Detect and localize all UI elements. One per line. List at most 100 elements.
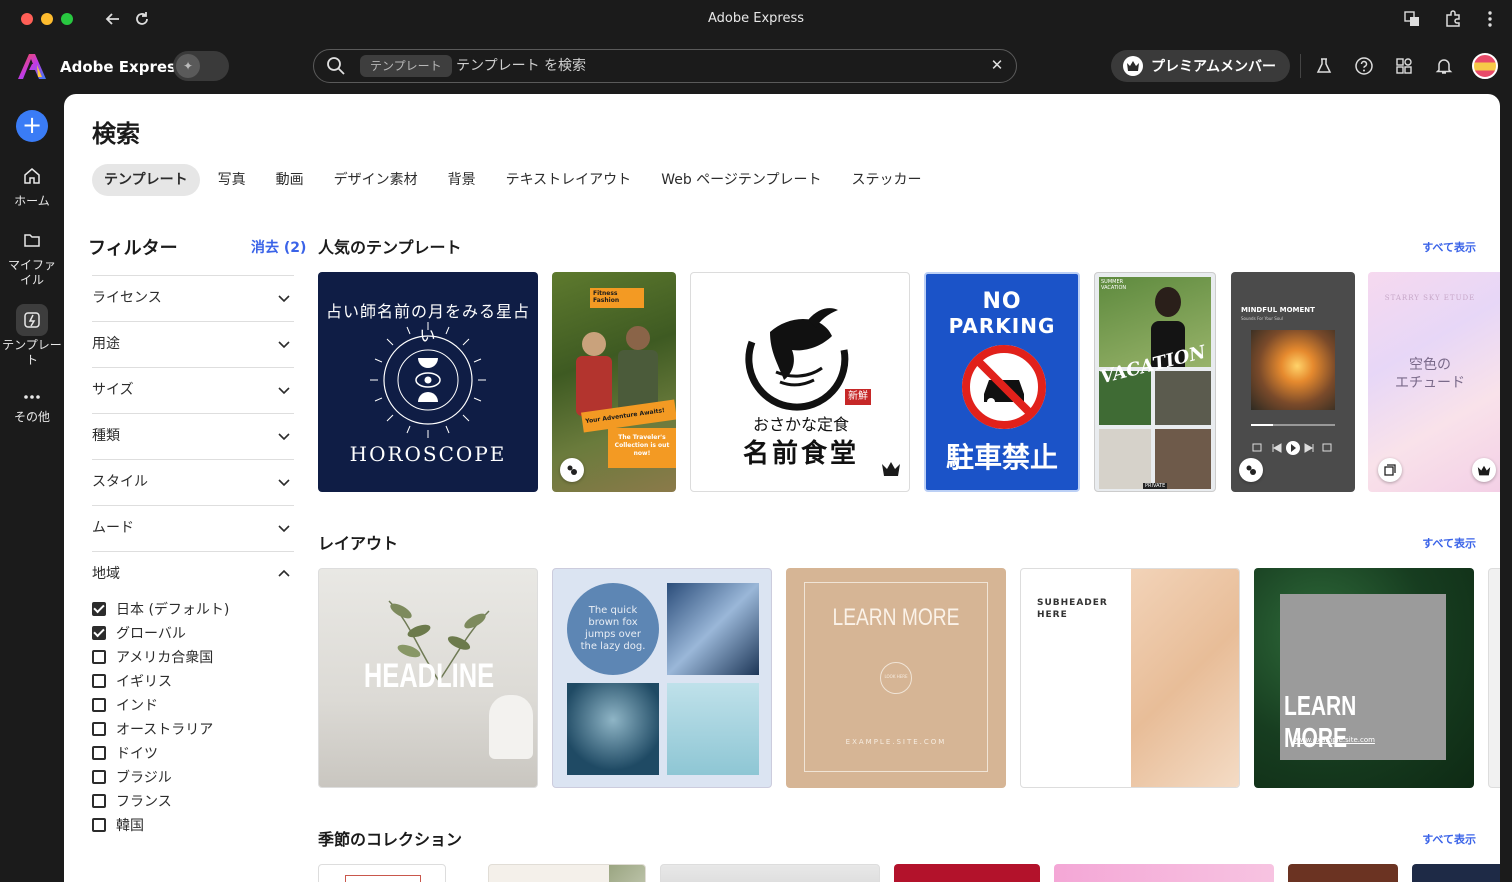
mode-toggle[interactable]: ✦: [173, 51, 229, 81]
tab-photos[interactable]: 写真: [206, 164, 258, 196]
search-bar[interactable]: テンプレート ✕: [313, 49, 1017, 83]
template-card-teishoku[interactable]: 新鮮 おさかな定食 名前食堂: [690, 272, 910, 492]
create-new-button[interactable]: +: [16, 110, 48, 142]
seasonal-card-1[interactable]: [318, 864, 446, 882]
tab-web-page-templates[interactable]: Web ページテンプレート: [649, 164, 833, 196]
filter-size-label: サイズ: [92, 382, 134, 398]
tab-videos[interactable]: 動画: [264, 164, 316, 196]
filter-mood[interactable]: ムード: [92, 505, 294, 551]
media-controls-icon: [1252, 441, 1332, 455]
template-card-mindful-moment[interactable]: MINDFUL MOMENT Sounds For Your Soul: [1231, 272, 1355, 492]
search-scope-chip[interactable]: テンプレート: [360, 55, 452, 77]
folder-icon: [16, 224, 48, 256]
labs-flask-icon[interactable]: [1313, 55, 1335, 77]
template-card-vacation[interactable]: SUMMER VACATION VACATION PRIVATE: [1094, 272, 1216, 492]
region-option[interactable]: インド: [92, 693, 292, 717]
more-menu-icon[interactable]: [1480, 9, 1500, 29]
checkbox[interactable]: [92, 674, 106, 688]
premium-label: プレミアムメンバー: [1151, 59, 1277, 75]
hiker-head-2: [626, 326, 650, 350]
apps-icon[interactable]: [1393, 55, 1415, 77]
filter-style[interactable]: スタイル: [92, 459, 294, 505]
region-option[interactable]: アメリカ合衆国: [92, 645, 292, 669]
adobe-express-logo-icon[interactable]: [18, 53, 46, 79]
crown-icon: [1123, 56, 1143, 76]
region-option[interactable]: ブラジル: [92, 765, 292, 789]
checkbox[interactable]: [92, 818, 106, 832]
region-option[interactable]: オーストラリア: [92, 717, 292, 741]
checkbox[interactable]: [92, 794, 106, 808]
tab-templates[interactable]: テンプレート: [92, 164, 200, 196]
seasonal-card-2[interactable]: [488, 864, 646, 882]
checkbox[interactable]: [92, 746, 106, 760]
tab-backgrounds[interactable]: 背景: [436, 164, 488, 196]
template-card-no-parking[interactable]: NO PARKING 駐車禁止: [924, 272, 1080, 492]
layout-card-headline[interactable]: HEADLINE: [318, 568, 538, 788]
clear-search-icon[interactable]: ✕: [988, 56, 1006, 74]
rail-item-my-files[interactable]: マイファイル: [0, 224, 64, 288]
template-card-horoscope[interactable]: 占い師名前の月をみる星占い HOROSCOPE: [318, 272, 538, 492]
no-parking-line1: NO: [982, 289, 1022, 314]
hiker-head: [582, 332, 606, 356]
vacation-photo-man: [1099, 429, 1151, 489]
notification-bell-icon[interactable]: [1433, 55, 1455, 77]
sparkle-off-icon: ✦: [176, 54, 200, 78]
region-option[interactable]: ドイツ: [92, 741, 292, 765]
user-avatar[interactable]: [1472, 53, 1498, 79]
clear-filters-link[interactable]: 消去 (2): [251, 237, 306, 257]
see-all-popular-link[interactable]: すべて表示: [1422, 239, 1476, 255]
rail-item-more[interactable]: その他: [0, 386, 64, 425]
tab-text-layouts[interactable]: テキストレイアウト: [494, 164, 644, 196]
region-option[interactable]: 日本 (デフォルト): [92, 597, 292, 621]
layout-card-learn-more-green[interactable]: LEARN MORE www.example.site.com: [1254, 568, 1474, 788]
region-option[interactable]: フランス: [92, 789, 292, 813]
app-header: Adobe Express ✦ テンプレート ✕ プレミアムメンバー: [0, 38, 1512, 94]
vacation-small-text: SUMMER VACATION: [1101, 279, 1127, 291]
checkbox[interactable]: [92, 698, 106, 712]
region-option[interactable]: イギリス: [92, 669, 292, 693]
layout-card-partial[interactable]: [1488, 568, 1500, 788]
see-all-seasonal-link[interactable]: すべて表示: [1422, 831, 1476, 847]
checkbox[interactable]: [92, 770, 106, 784]
checkbox[interactable]: [92, 722, 106, 736]
see-all-layout-link[interactable]: すべて表示: [1422, 535, 1476, 551]
translate-icon[interactable]: [1402, 9, 1422, 29]
learn-more-green-title: LEARN MORE: [1284, 690, 1357, 753]
layout-card-learn-more-beige[interactable]: LEARN MORE LOOK HERE EXAMPLE.SITE.COM: [786, 568, 1006, 788]
section-title-layout: レイアウト: [318, 534, 399, 553]
seasonal-card-3[interactable]: [660, 864, 880, 882]
region-label: インド: [116, 698, 158, 714]
checkbox[interactable]: [92, 650, 106, 664]
seasonal-card-7[interactable]: [1412, 864, 1500, 882]
vacation-photo-street: [1155, 429, 1211, 489]
layout-card-subheader[interactable]: SUBHEADER HERE: [1020, 568, 1240, 788]
help-icon[interactable]: [1353, 55, 1375, 77]
checkbox-checked[interactable]: [92, 626, 106, 640]
seasonal-card-4[interactable]: [894, 864, 1040, 882]
region-option[interactable]: 韓国: [92, 813, 292, 837]
template-card-fitness-fashion[interactable]: Fitness Fashion Your Adventure Awaits! T…: [552, 272, 676, 492]
filter-type[interactable]: 種類: [92, 413, 294, 459]
tab-design-assets[interactable]: デザイン素材: [322, 164, 430, 196]
search-input[interactable]: [456, 55, 956, 77]
rail-item-home[interactable]: ホーム: [0, 160, 64, 209]
chevron-down-icon: [278, 295, 290, 303]
rail-item-templates[interactable]: テンプレート: [0, 304, 64, 368]
filter-usage[interactable]: 用途: [92, 321, 294, 367]
extension-icon[interactable]: [1443, 9, 1463, 29]
checkbox-checked[interactable]: [92, 602, 106, 616]
premium-member-button[interactable]: プレミアムメンバー: [1111, 50, 1290, 82]
filter-license-label: ライセンス: [92, 290, 162, 306]
filter-license[interactable]: ライセンス: [92, 275, 294, 321]
filter-region[interactable]: 地域: [92, 551, 294, 597]
region-option[interactable]: グローバル: [92, 621, 292, 645]
filter-style-label: スタイル: [92, 474, 148, 490]
tab-stickers[interactable]: ステッカー: [839, 164, 933, 196]
template-card-starry-etude[interactable]: STARRY SKY ETUDE 空色の エチュード: [1368, 272, 1500, 492]
layout-card-collage[interactable]: The quick brown fox jumps over the lazy …: [552, 568, 772, 788]
filter-size[interactable]: サイズ: [92, 367, 294, 413]
premium-crown-icon: [1472, 458, 1496, 482]
seasonal-card-5[interactable]: [1054, 864, 1274, 882]
region-label: アメリカ合衆国: [116, 650, 214, 666]
seasonal-card-6[interactable]: [1288, 864, 1398, 882]
